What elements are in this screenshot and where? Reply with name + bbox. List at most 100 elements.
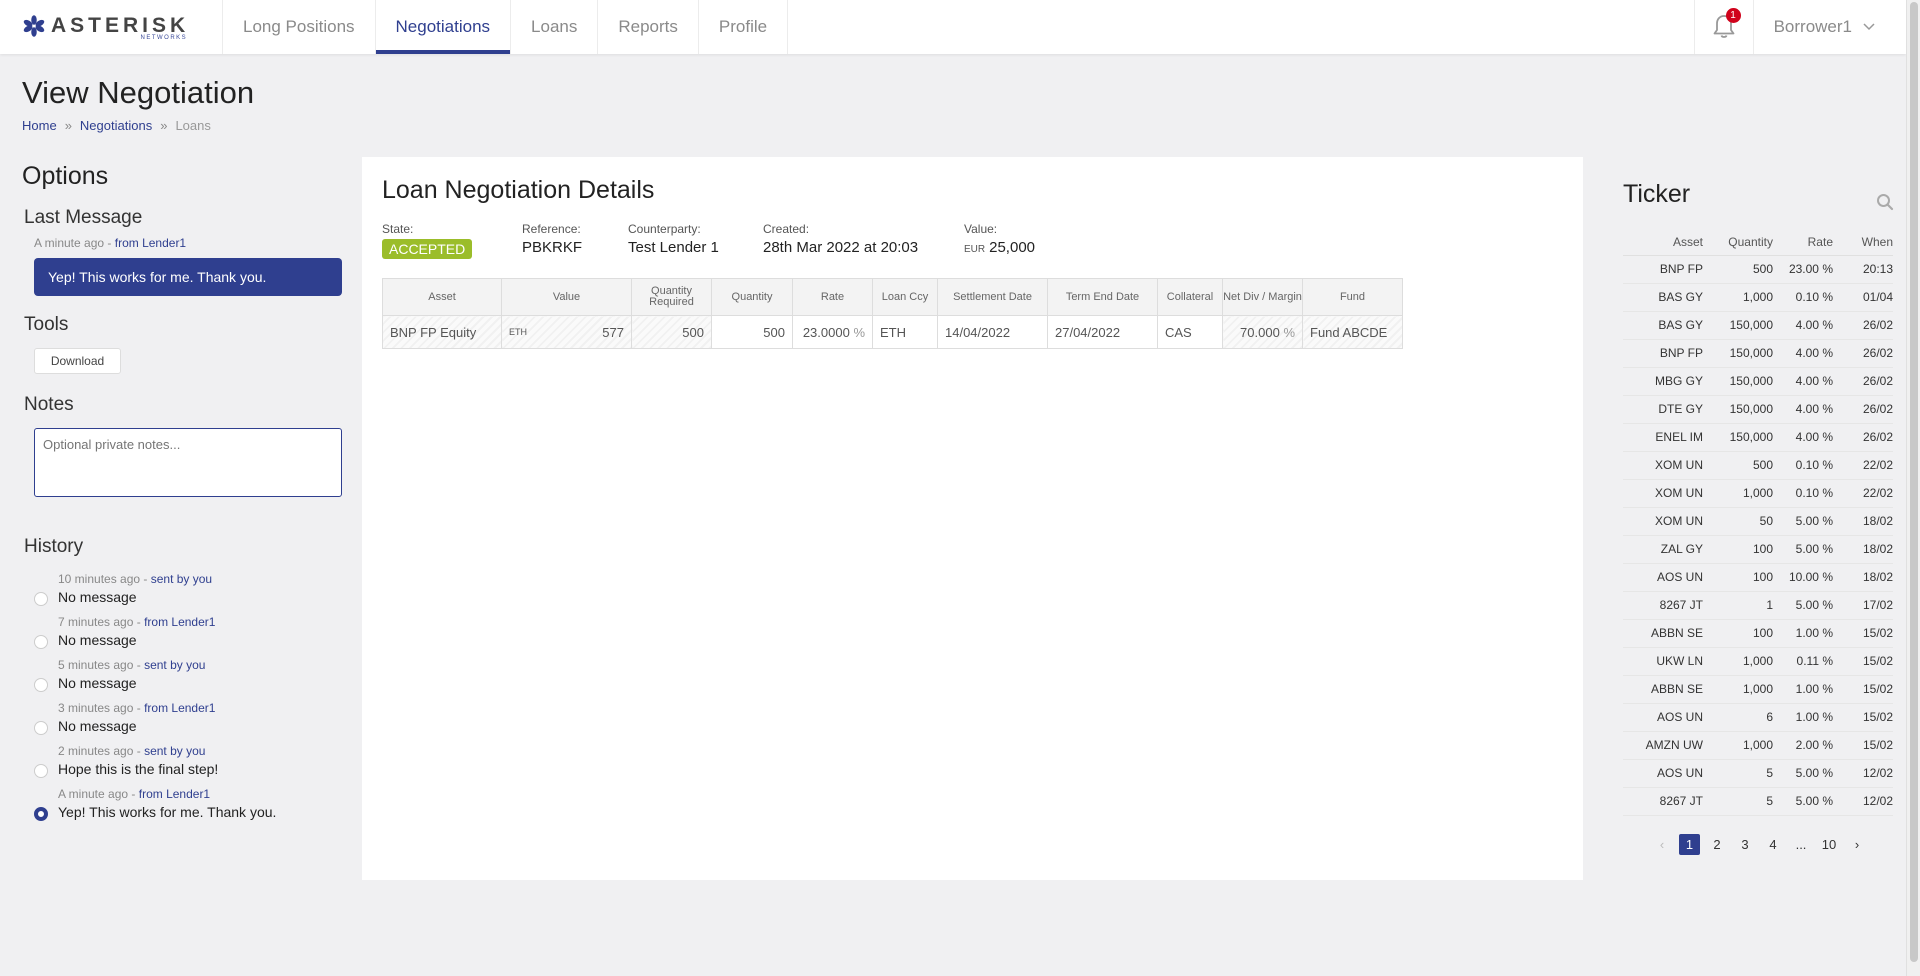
history-radio[interactable] (34, 764, 48, 778)
ticker-quantity: 1,000 (1703, 283, 1773, 312)
ticker-asset: UKW LN (1623, 647, 1703, 676)
ticker-asset: AOS UN (1623, 759, 1703, 788)
rate-unit: % (853, 324, 865, 340)
ticker-quantity: 150,000 (1703, 367, 1773, 396)
history-item[interactable]: 2 minutes ago - sent by you Hope this is… (34, 744, 344, 778)
pager-page-10[interactable]: 10 (1815, 834, 1843, 855)
column-header: Quantity Required (631, 278, 712, 316)
breadcrumb-negotiations[interactable]: Negotiations (80, 118, 152, 133)
chevron-down-icon (1863, 23, 1875, 31)
cell-fund: Fund ABCDE (1302, 315, 1403, 349)
nav-tab-loans[interactable]: Loans (511, 0, 599, 54)
asterisk-logo-icon (23, 14, 45, 37)
history-radio[interactable] (34, 678, 48, 692)
page-scrollbar[interactable] (1906, 0, 1920, 976)
ticker-rate: 2.00 % (1773, 731, 1833, 760)
options-panel: Options Last Message A minute ago - from… (22, 162, 344, 830)
ticker-quantity: 150,000 (1703, 339, 1773, 368)
history-message: Yep! This works for me. Thank you. (58, 804, 277, 820)
pager-page-4[interactable]: 4 (1759, 834, 1787, 855)
history-item[interactable]: 10 minutes ago - sent by you No message (34, 572, 344, 606)
table-row: BAS GY 1,000 0.10 % 01/04 (1623, 283, 1893, 312)
ticker-rate: 10.00 % (1773, 563, 1833, 592)
ticker-table: Asset Quantity Rate When BNP FP 500 23.00 … (1623, 229, 1893, 816)
table-row: AOS UN 5 5.00 % 12/02 (1623, 759, 1893, 788)
user-menu[interactable]: Borrower1 (1754, 0, 1906, 54)
net-div-value: 70.000 (1240, 324, 1280, 340)
breadcrumb-separator: » (64, 118, 72, 133)
table-row: XOM UN 50 5.00 % 18/02 (1623, 507, 1893, 536)
ticker-quantity: 50 (1703, 507, 1773, 536)
history-item[interactable]: 3 minutes ago - from Lender1 No message (34, 701, 344, 735)
ticker-when: 26/02 (1833, 339, 1893, 368)
notification-count-badge: 1 (1725, 8, 1741, 23)
main-nav-tabs: Long Positions Negotiations Loans Report… (223, 0, 789, 54)
last-message-meta: A minute ago - from Lender1 (34, 236, 187, 250)
history-sender: from Lender1 (138, 787, 211, 801)
history-radio[interactable] (34, 635, 48, 649)
ticker-rate: 5.00 % (1773, 507, 1833, 536)
nav-tab-negotiations[interactable]: Negotiations (375, 0, 512, 54)
column-header: Quantity (711, 278, 793, 316)
notes-heading: Notes (24, 394, 74, 415)
ticker-quantity: 6 (1703, 703, 1773, 732)
last-message-heading: Last Message (24, 207, 143, 228)
ticker-when: 12/02 (1833, 787, 1893, 816)
column-header: Term End Date (1047, 278, 1158, 316)
scrollbar-thumb[interactable] (1910, 2, 1918, 962)
ticker-quantity: 100 (1703, 619, 1773, 648)
table-row: ABBN SE 1,000 1.00 % 15/02 (1623, 675, 1893, 704)
history-item[interactable]: 7 minutes ago - from Lender1 No message (34, 615, 344, 649)
history-sender: from Lender1 (144, 701, 216, 715)
column-header: Quantity (1703, 229, 1773, 256)
pager-prev-icon[interactable]: ‹ (1648, 834, 1676, 855)
download-button[interactable]: Download (34, 348, 121, 374)
ticker-asset: ZAL GY (1623, 535, 1703, 564)
history-item[interactable]: 5 minutes ago - sent by you No message (34, 658, 344, 692)
search-icon[interactable] (1876, 193, 1894, 211)
ticker-when: 15/02 (1833, 647, 1893, 676)
pager-page-1[interactable]: 1 (1679, 833, 1700, 855)
user-name: Borrower1 (1773, 17, 1852, 36)
history-radio[interactable] (34, 592, 48, 606)
history-sender: sent by you (144, 658, 206, 672)
ticker-rate: 0.11 % (1773, 647, 1833, 676)
history-radio[interactable] (34, 721, 48, 735)
nav-tab-reports[interactable]: Reports (598, 0, 699, 54)
nav-tab-profile[interactable]: Profile (699, 0, 789, 54)
ticker-asset: MBG GY (1623, 367, 1703, 396)
history-sender: from Lender1 (144, 615, 216, 629)
ticker-rate: 4.00 % (1773, 367, 1833, 396)
history-message: Hope this is the final step! (58, 761, 219, 777)
value-unit: ETH (509, 327, 527, 337)
history-time: 7 minutes ago (58, 615, 134, 629)
breadcrumb-home[interactable]: Home (22, 118, 57, 133)
ticker-quantity: 5 (1703, 787, 1773, 816)
notifications-button[interactable]: 1 (1693, 0, 1754, 54)
ticker-quantity: 500 (1703, 255, 1773, 284)
nav-tab-long-positions[interactable]: Long Positions (223, 0, 376, 54)
ticker-rate: 5.00 % (1773, 591, 1833, 620)
pager-page-3[interactable]: 3 (1731, 834, 1759, 855)
ticker-rate: 0.10 % (1773, 479, 1833, 508)
ticker-when: 18/02 (1833, 563, 1893, 592)
created-label: Created: (763, 222, 810, 236)
created-value: 28th Mar 2022 at 20:03 (763, 239, 919, 256)
counterparty-field: Counterparty: Test Lender 1 (628, 222, 763, 259)
ticker-quantity: 5 (1703, 759, 1773, 788)
pager-page-2[interactable]: 2 (1703, 834, 1731, 855)
logo-subtext: NETWORKS (140, 34, 188, 41)
table-row: BNP FP Equity ETH 577 500 500 23.0000 % … (382, 315, 1403, 349)
history-item[interactable]: A minute ago - from Lender1 Yep! This wo… (34, 787, 344, 821)
notes-input[interactable] (34, 428, 342, 497)
cell-term-end-date: 27/04/2022 (1047, 315, 1158, 349)
ticker-title: Ticker (1623, 180, 1691, 208)
ticker-asset: ENEL IM (1623, 423, 1703, 452)
ticker-quantity: 150,000 (1703, 395, 1773, 424)
ticker-pagination: ‹ 1 2 3 4 ... 10 › (1648, 833, 1893, 855)
pager-next-icon[interactable]: › (1843, 834, 1871, 855)
history-radio-selected[interactable] (34, 807, 48, 821)
history-heading: History (24, 536, 84, 557)
ticker-when: 15/02 (1833, 619, 1893, 648)
logo[interactable]: ASTERISK NETWORKS (0, 0, 223, 54)
